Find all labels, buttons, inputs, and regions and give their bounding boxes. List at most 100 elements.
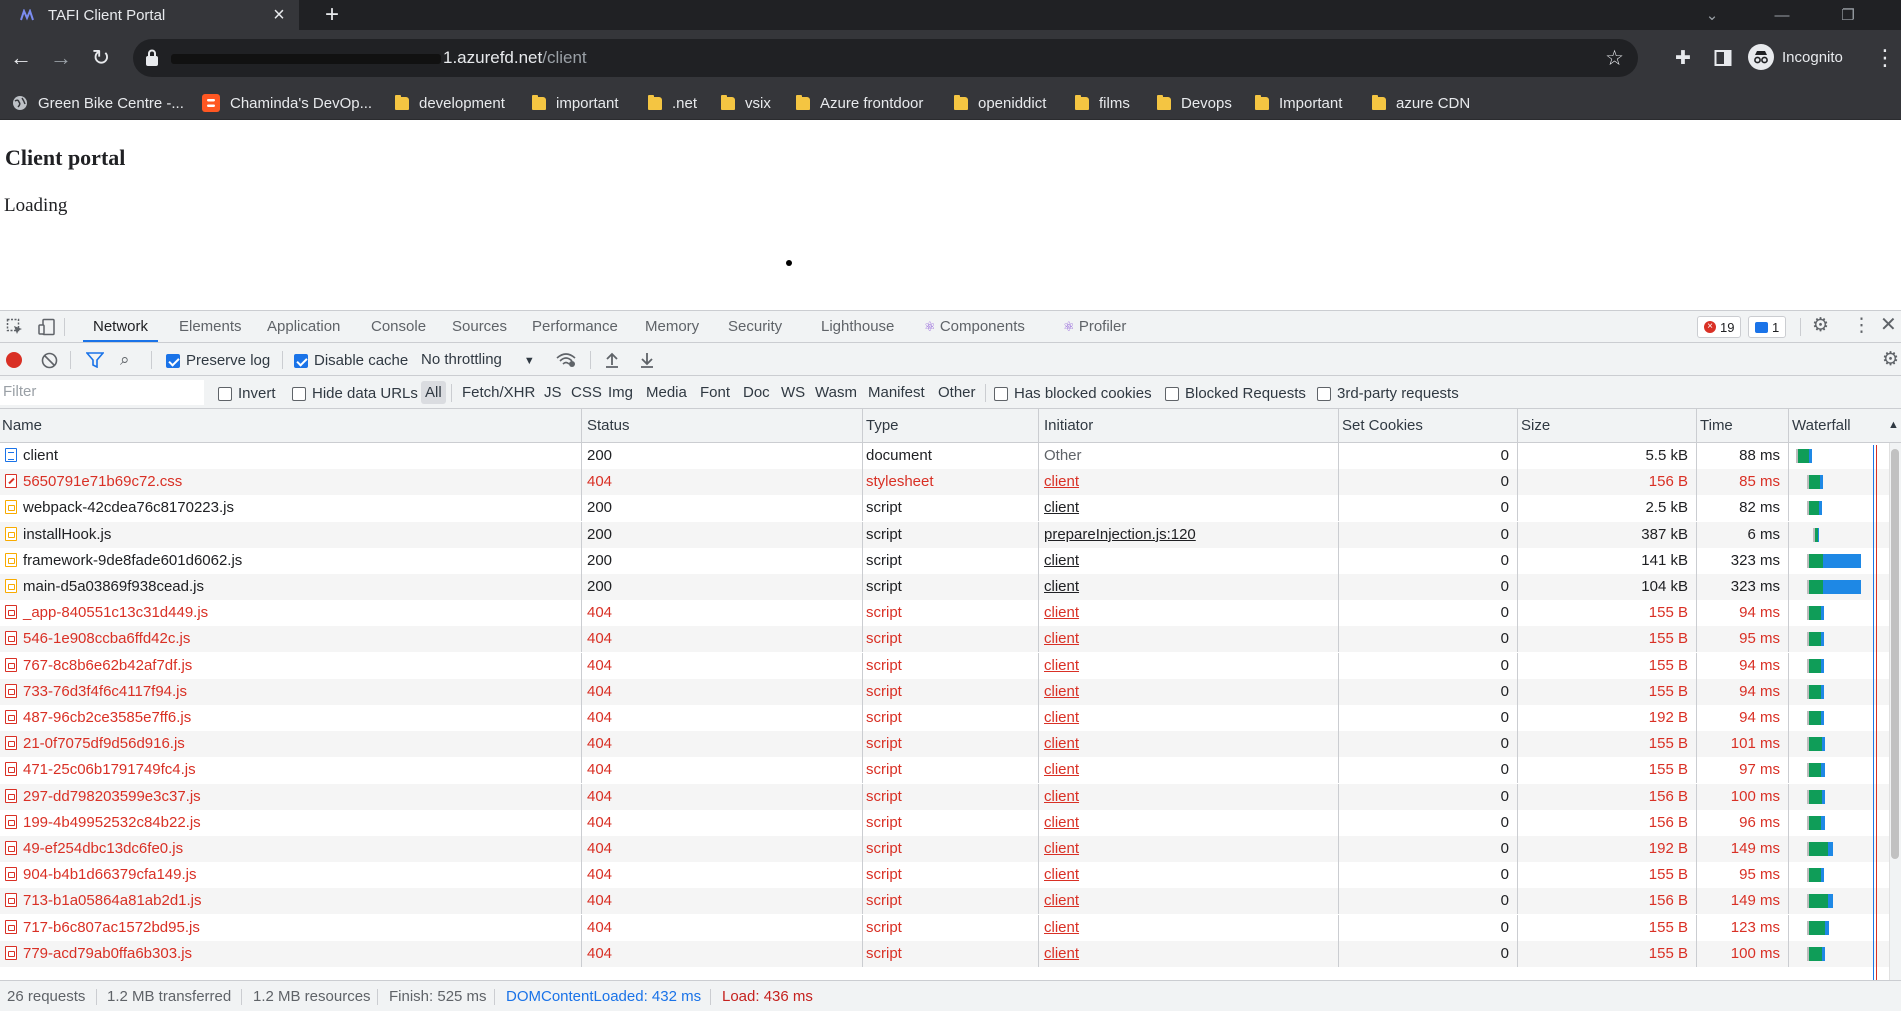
table-row[interactable]: 767-8c8b6e62b42af7df.js 404 script client 0 1… xyxy=(0,652,1901,679)
incognito-indicator[interactable]: Incognito xyxy=(1748,44,1843,70)
column-size[interactable]: Size xyxy=(1519,409,1697,443)
table-row[interactable]: 713-b1a05864a81ab2d1.js 404 script client 0 1… xyxy=(0,888,1901,915)
column-initiator[interactable]: Initiator xyxy=(1042,409,1339,443)
preserve-log-checkbox[interactable]: Preserve log xyxy=(166,352,270,369)
initiator-link[interactable]: client xyxy=(1044,840,1079,857)
bookmark-folder[interactable]: films xyxy=(1075,86,1130,120)
cell-initiator[interactable]: client xyxy=(1042,888,1339,915)
tab-network[interactable]: Network xyxy=(83,311,159,342)
scrollbar-thumb[interactable] xyxy=(1891,449,1899,859)
address-bar[interactable]: 1.azurefd.net/client ☆ xyxy=(133,39,1638,77)
bookmark-folder[interactable]: Devops xyxy=(1157,86,1232,120)
column-name[interactable]: Name xyxy=(0,409,582,443)
third-party-checkbox[interactable]: 3rd-party requests xyxy=(1317,385,1459,402)
more-options-icon[interactable]: ⋮ xyxy=(1852,316,1871,336)
column-time[interactable]: Time xyxy=(1698,409,1789,443)
cell-initiator[interactable]: client xyxy=(1042,836,1339,862)
export-har-icon[interactable] xyxy=(639,351,655,369)
import-har-icon[interactable] xyxy=(604,351,620,369)
tab-sources[interactable]: Sources xyxy=(452,311,507,342)
initiator-link[interactable]: client xyxy=(1044,945,1079,962)
cell-initiator[interactable]: prepareInjection.js:120 xyxy=(1042,521,1339,548)
cell-initiator[interactable]: client xyxy=(1042,600,1339,627)
throttling-select[interactable]: No throttling ▼ xyxy=(421,351,535,368)
filter-icon[interactable] xyxy=(86,352,104,368)
bookmark-folder[interactable]: development xyxy=(395,86,505,120)
tab-lighthouse[interactable]: Lighthouse xyxy=(821,311,894,342)
tab-profiler[interactable]: ⚛ Profiler xyxy=(1063,311,1126,342)
tab-application[interactable]: Application xyxy=(267,311,340,342)
type-font[interactable]: Font xyxy=(696,381,734,404)
tab-memory[interactable]: Memory xyxy=(645,311,699,342)
tab-console[interactable]: Console xyxy=(371,311,426,342)
restore-icon[interactable]: ❐ xyxy=(1818,0,1878,30)
initiator-link[interactable]: client xyxy=(1044,578,1079,595)
type-img[interactable]: Img xyxy=(604,381,637,404)
cell-initiator[interactable]: client xyxy=(1042,547,1339,574)
type-other[interactable]: Other xyxy=(934,381,980,404)
forward-icon[interactable]: → xyxy=(46,43,76,73)
type-manifest[interactable]: Manifest xyxy=(864,381,929,404)
column-waterfall[interactable]: Waterfall xyxy=(1790,409,1889,443)
invert-checkbox[interactable]: Invert xyxy=(218,385,276,402)
reload-icon[interactable]: ↻ xyxy=(86,43,116,73)
extensions-icon[interactable]: ✚ xyxy=(1668,43,1698,73)
table-row[interactable]: 546-1e908ccba6ffd42c.js 404 script client 0 1… xyxy=(0,626,1901,653)
bookmark-folder[interactable]: azure CDN xyxy=(1372,86,1470,120)
cell-initiator[interactable]: client xyxy=(1042,809,1339,836)
message-count-badge[interactable]: 1 xyxy=(1748,316,1787,338)
column-set-cookies[interactable]: Set Cookies xyxy=(1340,409,1518,443)
table-row[interactable]: client 200 document Other 0 5.5 kB 88 ms xyxy=(0,443,1901,469)
settings-gear-icon[interactable]: ⚙ xyxy=(1812,316,1829,336)
cell-initiator[interactable]: client xyxy=(1042,495,1339,522)
cell-initiator[interactable]: client xyxy=(1042,940,1339,967)
initiator-link[interactable]: client xyxy=(1044,657,1079,674)
tab-components[interactable]: ⚛ Components xyxy=(924,311,1025,342)
blocked-requests-checkbox[interactable]: Blocked Requests xyxy=(1165,385,1306,402)
record-icon[interactable] xyxy=(6,352,22,368)
table-row[interactable]: _app-840551c13c31d449.js 404 script client 0… xyxy=(0,600,1901,627)
bookmark-folder[interactable]: important xyxy=(532,86,619,120)
bookmark-folder[interactable]: Azure frontdoor xyxy=(796,86,923,120)
initiator-link[interactable]: client xyxy=(1044,473,1079,490)
bookmark-item[interactable]: Chaminda's DevOp... xyxy=(202,86,372,120)
initiator-link[interactable]: client xyxy=(1044,683,1079,700)
type-all[interactable]: All xyxy=(421,381,446,404)
initiator-link[interactable]: prepareInjection.js:120 xyxy=(1044,526,1196,543)
cell-initiator[interactable]: client xyxy=(1042,678,1339,705)
bookmark-star-icon[interactable]: ☆ xyxy=(1605,46,1624,71)
table-row[interactable]: framework-9de8fade601d6062.js 200 script cl… xyxy=(0,547,1901,574)
initiator-link[interactable]: client xyxy=(1044,919,1079,936)
cell-initiator[interactable]: client xyxy=(1042,705,1339,731)
initiator-link[interactable]: client xyxy=(1044,630,1079,647)
inspect-element-icon[interactable] xyxy=(6,318,24,336)
initiator-link[interactable]: client xyxy=(1044,735,1079,752)
hide-data-urls-checkbox[interactable]: Hide data URLs xyxy=(292,385,418,402)
table-row[interactable]: 297-dd798203599e3c37.js 404 script client 0 1… xyxy=(0,783,1901,810)
table-row[interactable]: 779-acd79ab0ffa6b303.js 404 script client 0 1… xyxy=(0,940,1901,967)
initiator-link[interactable]: client xyxy=(1044,709,1079,726)
tab-close-icon[interactable]: × xyxy=(269,5,289,25)
table-row[interactable]: 904-b4b1d66379cfa149.js 404 script client 0 1… xyxy=(0,862,1901,889)
bookmark-folder[interactable]: Important xyxy=(1255,86,1342,120)
initiator-link[interactable]: client xyxy=(1044,866,1079,883)
minimize-icon[interactable]: — xyxy=(1752,0,1812,30)
back-icon[interactable]: ← xyxy=(6,43,36,73)
table-row[interactable]: 717-b6c807ac1572bd95.js 404 script client 0 1… xyxy=(0,914,1901,941)
bookmark-folder[interactable]: openiddict xyxy=(954,86,1046,120)
table-row[interactable]: webpack-42cdea76c8170223.js 200 script clie… xyxy=(0,495,1901,522)
new-tab-button[interactable]: + xyxy=(320,2,344,28)
type-fetch-xhr[interactable]: Fetch/XHR xyxy=(458,381,539,404)
clear-icon[interactable] xyxy=(41,352,58,369)
cell-initiator[interactable]: client xyxy=(1042,574,1339,600)
initiator-link[interactable]: client xyxy=(1044,814,1079,831)
type-ws[interactable]: WS xyxy=(777,381,809,404)
cell-initiator[interactable]: client xyxy=(1042,757,1339,784)
table-row[interactable]: 471-25c06b1791749fc4.js 404 script client 0 1… xyxy=(0,757,1901,784)
disable-cache-checkbox[interactable]: Disable cache xyxy=(294,352,408,369)
bookmark-folder[interactable]: .net xyxy=(648,86,697,120)
error-count-badge[interactable]: × 19 xyxy=(1697,316,1742,338)
type-doc[interactable]: Doc xyxy=(739,381,774,404)
table-row[interactable]: 21-0f7075df9d56d916.js 404 script client 0 15… xyxy=(0,731,1901,758)
menu-icon[interactable]: ⋮ xyxy=(1870,43,1900,73)
